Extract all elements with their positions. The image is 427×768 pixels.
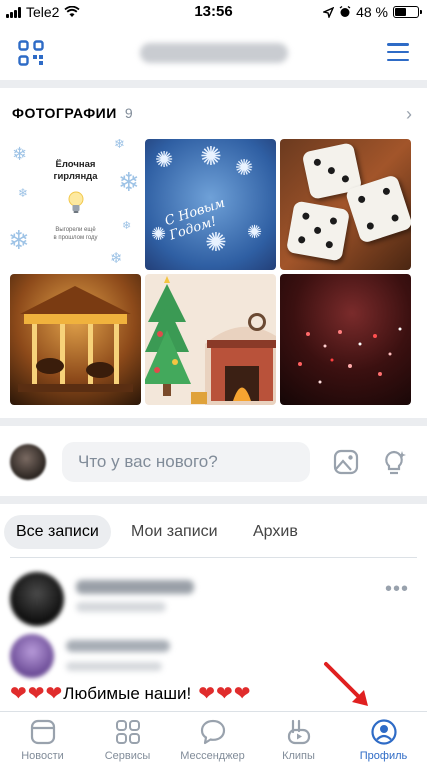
photo-garland-card[interactable]: ❄ ❄ ❄ ❄ ❄ ❄ ❄ Ёлочная гирлянда Выгорели … [10,139,141,270]
heart-emoji: ❤ [27,683,45,705]
battery-icon [393,6,422,18]
post-text-body: Любимые наши! [63,684,192,703]
section-divider [0,418,427,426]
lightbulb-icon[interactable] [380,448,408,476]
photo-christmas-room[interactable] [145,274,276,405]
heart-emoji: ❤ [198,683,215,705]
avatar[interactable] [10,634,54,678]
alarm-icon [339,6,351,17]
nav-profile-label: Профиль [359,750,408,762]
carousel-illustration [18,286,133,392]
tab-my-posts[interactable]: Мои записи [119,515,230,549]
nav-news[interactable]: Новости [0,718,85,762]
more-horizontal-icon[interactable]: ••• [385,578,409,601]
nav-profile[interactable]: Профиль [341,718,426,762]
bottom-navigation: Новости Сервисы Мессенджер Клипы Профиль [0,711,427,768]
messenger-icon [200,719,225,745]
services-icon [115,720,140,744]
image-icon[interactable] [332,448,360,476]
new-post-input[interactable]: Что у вас нового? [62,442,310,482]
post-author-blurred [76,580,194,594]
post-text: ❤ ❤ ❤ Любимые наши! ❤ ❤ ❤ [10,684,251,704]
clips-icon [287,719,310,745]
photos-title: ФОТОГРАФИИ [12,105,117,121]
repost-date-blurred [66,662,162,671]
concert-illustration [298,327,402,384]
photo-fireworks[interactable]: ✺ ✺ ✺ ✺ ✺ ✺ С Новым Годом! [145,139,276,270]
lightbulb-icon [68,191,84,213]
snowflake-icon: ❄ [114,139,125,151]
photo-concert[interactable] [280,274,411,405]
hamburger-menu-icon[interactable] [387,41,409,63]
post-header: ••• [0,568,427,628]
christmas-illustration [145,276,276,405]
photo-carousel[interactable] [10,274,141,405]
battery-percent: 48 % [356,4,388,20]
nav-clips-label: Клипы [282,750,315,762]
avatar[interactable] [10,444,46,480]
snowflake-icon: ❄ [110,250,123,267]
firework-glyph: ✺ [247,222,263,242]
tab-archive[interactable]: Архив [241,515,310,549]
post-composer: Что у вас нового? [0,426,427,496]
qr-code-icon[interactable] [18,40,44,66]
nav-services-label: Сервисы [104,750,151,762]
heart-emoji: ❤ [10,683,27,705]
heart-emoji: ❤ [216,683,233,705]
post-date-blurred [76,602,166,612]
repost-author-blurred [66,640,170,652]
nav-news-label: Новости [21,750,64,762]
news-icon [30,719,55,745]
nav-services[interactable]: Сервисы [85,718,170,762]
firework-glyph: ✺ [151,224,167,244]
heart-emoji: ❤ [45,683,63,705]
nav-clips[interactable]: Клипы [256,718,341,762]
status-bar: Tele2 13:56 48 % [0,0,427,24]
nav-messenger-label: Мессенджер [180,750,245,762]
location-arrow-icon [323,6,335,18]
firework-glyph: ✺ [235,155,254,180]
die [285,200,351,262]
red-arrow-annotation [324,662,368,706]
nav-messenger[interactable]: Мессенджер [170,718,255,762]
photos-header[interactable]: ФОТОГРАФИИ 9 › [12,102,412,124]
avatar[interactable] [10,572,64,626]
photos-count: 9 [124,105,133,121]
feed-tabs: Все записи Мои записи Архив [0,512,427,552]
tab-all-posts[interactable]: Все записи [4,515,111,549]
garland-title: Ёлочная гирлянда [53,159,98,182]
snowflake-icon: ❄ [18,186,29,200]
chevron-right-icon[interactable]: › [406,104,412,125]
heart-emoji: ❤ [233,683,251,705]
section-divider [0,496,427,504]
garland-subtitle: Выгорели ещё в прошлом году [53,227,98,241]
section-divider [0,80,427,88]
profile-name-blurred [140,43,288,63]
top-header [0,24,427,80]
tabs-divider [10,557,417,558]
firework-glyph: ✺ [205,227,227,257]
status-right: 48 % [323,4,422,20]
photo-dice[interactable] [280,139,411,270]
firework-glyph: ✺ [155,147,174,172]
firework-glyph: ✺ [200,141,222,171]
profile-icon [370,719,397,745]
